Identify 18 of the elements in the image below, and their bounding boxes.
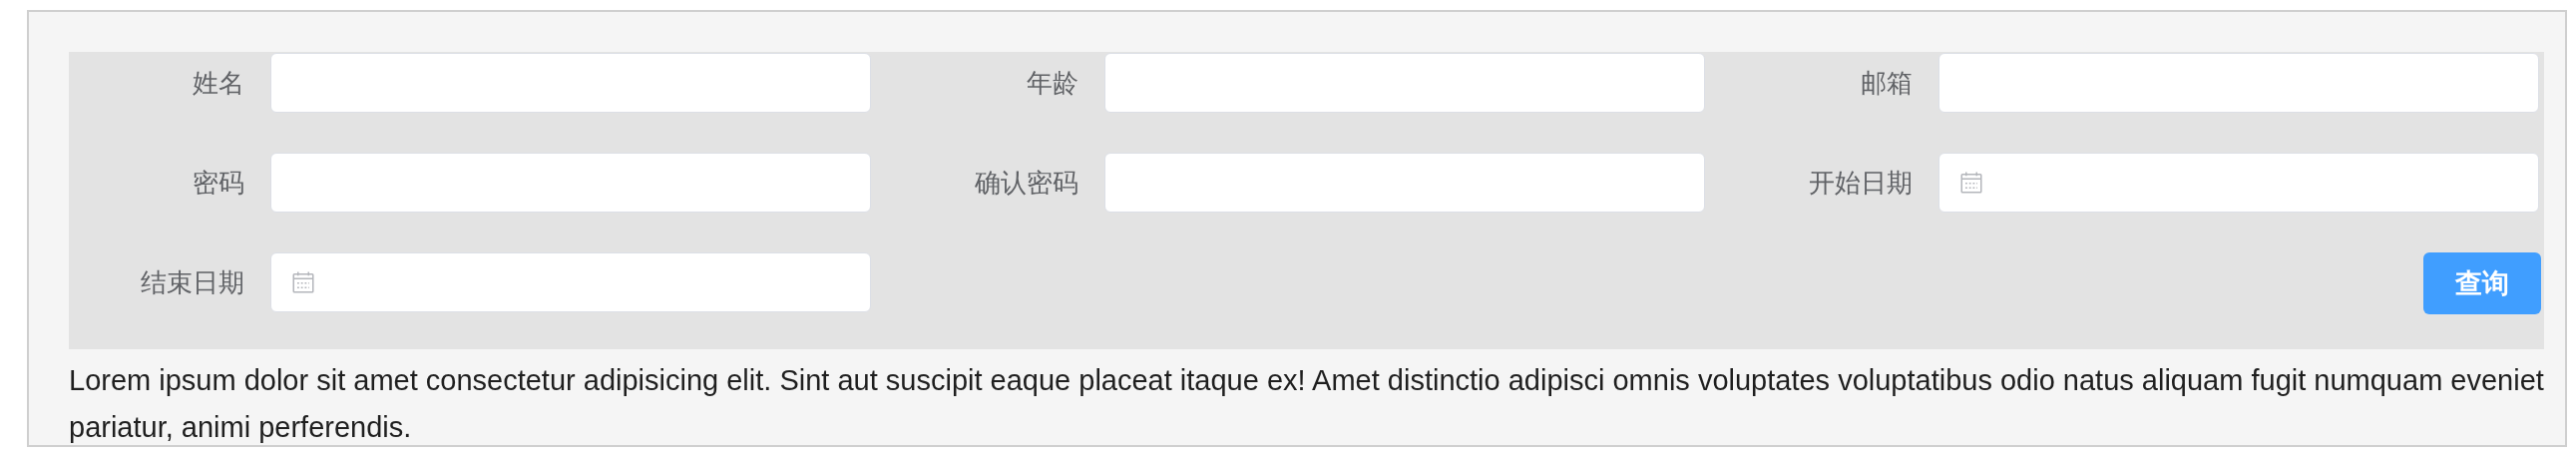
field-label: 开始日期 (1808, 166, 1913, 200)
input-field[interactable] (270, 252, 871, 312)
field-label: 密码 (192, 166, 244, 200)
field-label: 结束日期 (140, 265, 244, 299)
calendar-icon (1959, 171, 1983, 195)
input-field[interactable] (1938, 53, 2539, 113)
search-button[interactable]: 查询 (2423, 252, 2541, 314)
field-label: 年龄 (1026, 66, 1078, 100)
field-label: 确认密码 (974, 166, 1078, 200)
input-field[interactable] (270, 153, 871, 213)
body-paragraph: Lorem ipsum dolor sit amet consectetur adipisicing elit. Sint aut suscipit eaque placeat itaque ex! Amet distinctio adipisci omnis voluptates voluptatibus odio natus aliquam fugit numquam eveniet pariatur, animi perferendis. (69, 363, 2544, 445)
input-field[interactable] (270, 53, 871, 113)
input-field[interactable] (1104, 53, 1705, 113)
field-label: 姓名 (192, 66, 244, 100)
input-field[interactable] (1938, 153, 2539, 213)
input-field[interactable] (1104, 153, 1705, 213)
calendar-icon (291, 270, 315, 294)
field-label: 邮箱 (1860, 66, 1913, 100)
